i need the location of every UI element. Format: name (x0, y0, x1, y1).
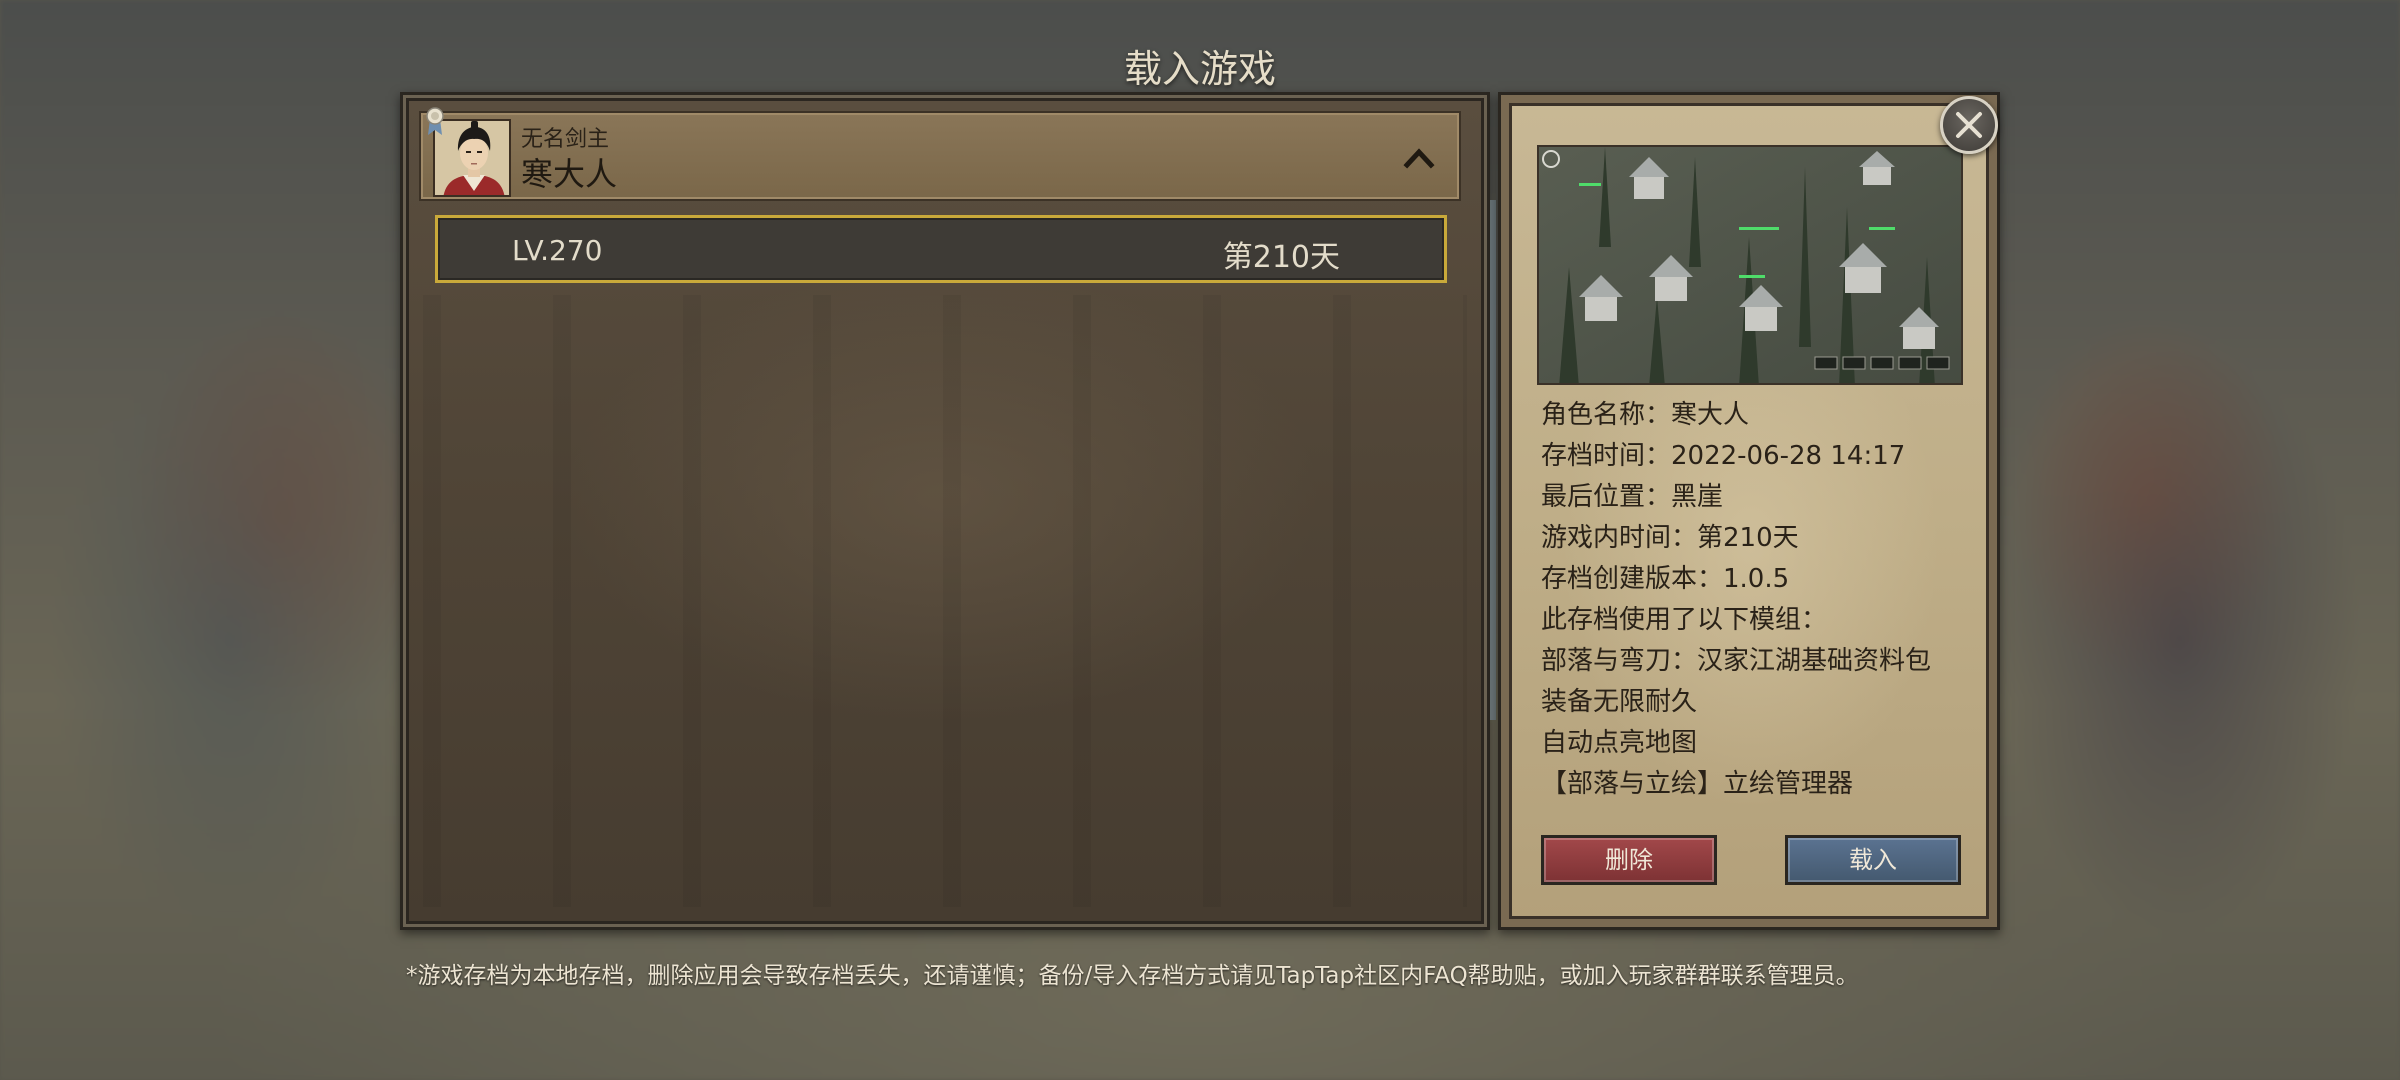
close-icon (1956, 112, 1982, 138)
medal-icon (426, 107, 444, 135)
info-mod-item: 装备无限耐久 (1541, 687, 1698, 717)
info-version: 存档创建版本：1.0.5 (1541, 564, 1790, 594)
info-mod-item: 【部落与立绘】立绘管理器 (1541, 769, 1854, 799)
save-info-list: 角色名称：寒大人 存档时间：2022-06-28 14:17 最后位置：黑崖 游… (1541, 395, 1981, 805)
save-notice: *游戏存档为本地存档，删除应用会导致存档丢失，还请谨慎；备份/导入存档方式请见T… (406, 963, 1859, 989)
info-save-time: 存档时间：2022-06-28 14:17 (1541, 441, 1906, 471)
delete-button[interactable]: 删除 (1541, 835, 1717, 885)
save-detail-panel: 角色名称：寒大人 存档时间：2022-06-28 14:17 最后位置：黑崖 游… (1498, 92, 2000, 930)
save-screenshot-thumbnail (1537, 145, 1963, 385)
info-last-location: 最后位置：黑崖 (1541, 482, 1724, 512)
save-level: LV.270 (512, 234, 603, 267)
close-button[interactable] (1940, 96, 1998, 154)
info-mod-item: 部落与弯刀：汉家江湖基础资料包 (1541, 646, 1932, 676)
load-button[interactable]: 载入 (1785, 835, 1961, 885)
character-name: 寒大人 (521, 155, 618, 193)
save-list-panel[interactable]: 无名剑主 寒大人 LV.270 第210天 (400, 92, 1490, 930)
save-slot-row[interactable]: LV.270 第210天 (435, 215, 1447, 283)
chevron-up-icon[interactable] (1401, 143, 1437, 171)
save-group-header[interactable]: 无名剑主 寒大人 (419, 107, 1461, 201)
info-mod-item: 自动点亮地图 (1541, 728, 1698, 758)
screen-title: 载入游戏 (1123, 47, 1276, 91)
info-ingame-time: 游戏内时间：第210天 (1541, 523, 1799, 553)
save-day: 第210天 (1222, 240, 1340, 275)
list-scrollbar[interactable] (1490, 200, 1496, 720)
info-mods-heading: 此存档使用了以下模组： (1541, 605, 1828, 635)
info-character-name: 角色名称：寒大人 (1541, 400, 1750, 430)
